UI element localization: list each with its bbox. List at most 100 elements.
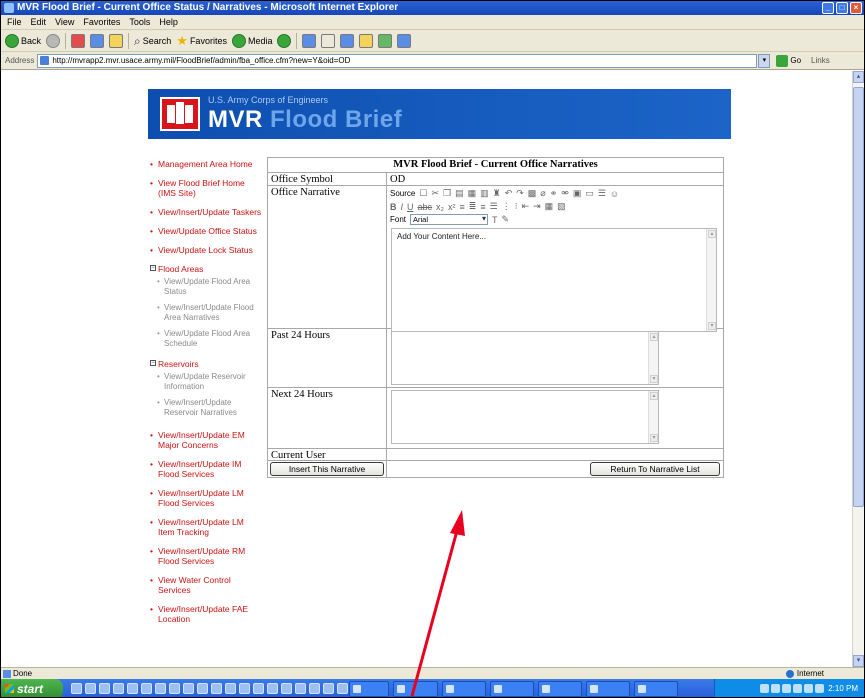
taskbar-button[interactable] [586, 681, 630, 697]
collapse-icon[interactable]: − [150, 265, 156, 271]
indent-icon[interactable]: ⇥ [533, 201, 541, 212]
nav-rm-flood-services[interactable]: View/Insert/Update RM Flood Services [150, 546, 262, 566]
quicklaunch-icon[interactable] [337, 683, 348, 694]
quicklaunch-icon[interactable] [155, 683, 166, 694]
quicklaunch-icon[interactable] [197, 683, 208, 694]
nav-em-major-concerns[interactable]: View/Insert/Update EM Major Concerns [150, 430, 262, 450]
quicklaunch-icon[interactable] [267, 683, 278, 694]
image-icon[interactable]: ▣ [573, 188, 582, 199]
menu-file[interactable]: File [7, 17, 22, 27]
scroll-down-icon[interactable]: ▾ [650, 434, 658, 442]
address-dropdown-icon[interactable]: ▾ [758, 53, 771, 68]
research-icon[interactable] [378, 33, 393, 48]
scroll-up-icon[interactable]: ▴ [650, 392, 658, 400]
folder-icon[interactable] [359, 33, 374, 48]
home-icon[interactable] [109, 33, 124, 48]
scroll-down-icon[interactable]: ▾ [650, 375, 658, 383]
links-button[interactable]: Links [811, 56, 830, 65]
scroll-thumb[interactable] [853, 87, 864, 507]
cut-icon[interactable]: ✂ [431, 188, 439, 199]
nav-reservoir-narratives[interactable]: View/Insert/Update Reservoir Narratives [150, 398, 262, 418]
find-icon[interactable]: ♜ [493, 188, 501, 199]
return-to-list-button[interactable]: Return To Narrative List [590, 462, 720, 476]
start-button[interactable]: start [1, 679, 63, 697]
forward-arrow-icon[interactable] [46, 33, 61, 48]
go-button[interactable]: Go [776, 54, 801, 67]
tray-icon[interactable] [803, 684, 813, 694]
textarea-scrollbar[interactable]: ▴ ▾ [648, 391, 658, 443]
tray-icon[interactable] [770, 684, 780, 694]
nav-flood-areas[interactable]: − Flood Areas [150, 264, 262, 274]
refresh-icon[interactable] [90, 33, 105, 48]
search-button[interactable]: ⌕ Search [134, 35, 171, 47]
quicklaunch-icon[interactable] [211, 683, 222, 694]
remove-format-icon[interactable]: ⌀ [540, 188, 545, 199]
select-all-icon[interactable]: ▩ [528, 188, 537, 199]
bullet-list-icon[interactable]: ⁝ [515, 201, 518, 212]
page-scrollbar[interactable]: ▴ ▾ [852, 71, 864, 667]
text-color-icon[interactable]: ▦ [545, 201, 554, 212]
quicklaunch-icon[interactable] [183, 683, 194, 694]
highlight-icon[interactable]: ✎ [502, 214, 510, 225]
taskbar-button[interactable] [538, 681, 582, 697]
scroll-up-icon[interactable]: ▴ [650, 333, 658, 341]
textarea-scrollbar[interactable]: ▴ ▾ [648, 332, 658, 384]
stop-icon[interactable] [71, 33, 86, 48]
editor-scrollbar[interactable]: ▴ ▾ [706, 229, 716, 331]
media-button[interactable]: Media [231, 33, 272, 48]
subscript-icon[interactable]: x₂ [436, 202, 444, 212]
nav-lock-status[interactable]: View/Update Lock Status [150, 245, 262, 255]
nav-fae-location[interactable]: View/Insert/Update FAE Location [150, 604, 262, 624]
menu-tools[interactable]: Tools [129, 17, 150, 27]
tray-icon[interactable] [814, 684, 824, 694]
quicklaunch-icon[interactable] [225, 683, 236, 694]
close-icon[interactable]: × [850, 2, 862, 14]
bold-icon[interactable]: B [390, 202, 397, 212]
source-button[interactable]: Source [390, 189, 415, 198]
quicklaunch-icon[interactable] [253, 683, 264, 694]
font-color-icon[interactable]: T [492, 215, 498, 225]
next-24-textarea[interactable]: ▴ ▾ [391, 390, 659, 444]
mail-icon[interactable] [302, 33, 317, 48]
justify-icon[interactable]: ☰ [490, 201, 498, 212]
source-checkbox-icon[interactable]: ☐ [419, 188, 427, 199]
align-right-icon[interactable]: ≡ [480, 202, 485, 212]
minimize-icon[interactable]: _ [822, 2, 834, 14]
edit-icon[interactable] [340, 33, 355, 48]
print-doc-icon[interactable]: ▥ [480, 188, 489, 199]
menu-favorites[interactable]: Favorites [83, 17, 120, 27]
rule-icon[interactable]: ☰ [598, 188, 606, 199]
align-left-icon[interactable]: ≡ [460, 202, 465, 212]
scroll-up-icon[interactable]: ▴ [708, 230, 716, 238]
nav-water-control-services[interactable]: View Water Control Services [150, 575, 262, 595]
outdent-icon[interactable]: ⇤ [522, 201, 530, 212]
menu-view[interactable]: View [55, 17, 74, 27]
taskbar-button[interactable] [490, 681, 534, 697]
nav-management-area-home[interactable]: Management Area Home [150, 159, 262, 169]
messenger-icon[interactable] [397, 33, 412, 48]
strikethrough-icon[interactable]: abc [418, 202, 433, 212]
nav-lm-item-tracking[interactable]: View/Insert/Update LM Item Tracking [150, 517, 262, 537]
quicklaunch-icon[interactable] [281, 683, 292, 694]
address-input[interactable]: http://mvrapp2.mvr.usace.army.mil/FloodB… [37, 53, 758, 68]
nav-im-flood-services[interactable]: View/Insert/Update IM Flood Services [150, 459, 262, 479]
unlink-icon[interactable]: ⚮ [561, 188, 569, 199]
maximize-icon[interactable]: □ [836, 2, 848, 14]
quicklaunch-icon[interactable] [141, 683, 152, 694]
quicklaunch-icon[interactable] [85, 683, 96, 694]
superscript-icon[interactable]: x² [448, 202, 456, 212]
quicklaunch-icon[interactable] [295, 683, 306, 694]
tray-icon[interactable] [792, 684, 802, 694]
italic-icon[interactable]: I [401, 202, 404, 212]
menu-help[interactable]: Help [159, 17, 178, 27]
nav-office-status[interactable]: View/Update Office Status [150, 226, 262, 236]
link-icon[interactable]: ⚭ [550, 188, 558, 199]
back-button[interactable]: Back [5, 33, 41, 48]
nav-view-flood-brief-home[interactable]: View Flood Brief Home (IMS Site) [150, 178, 262, 198]
quicklaunch-icon[interactable] [239, 683, 250, 694]
bg-color-icon[interactable]: ▧ [557, 201, 566, 212]
nav-flood-area-status[interactable]: View/Update Flood Area Status [150, 277, 262, 297]
taskbar-button[interactable] [634, 681, 678, 697]
quicklaunch-icon[interactable] [323, 683, 334, 694]
smiley-icon[interactable]: ☺ [610, 189, 619, 199]
